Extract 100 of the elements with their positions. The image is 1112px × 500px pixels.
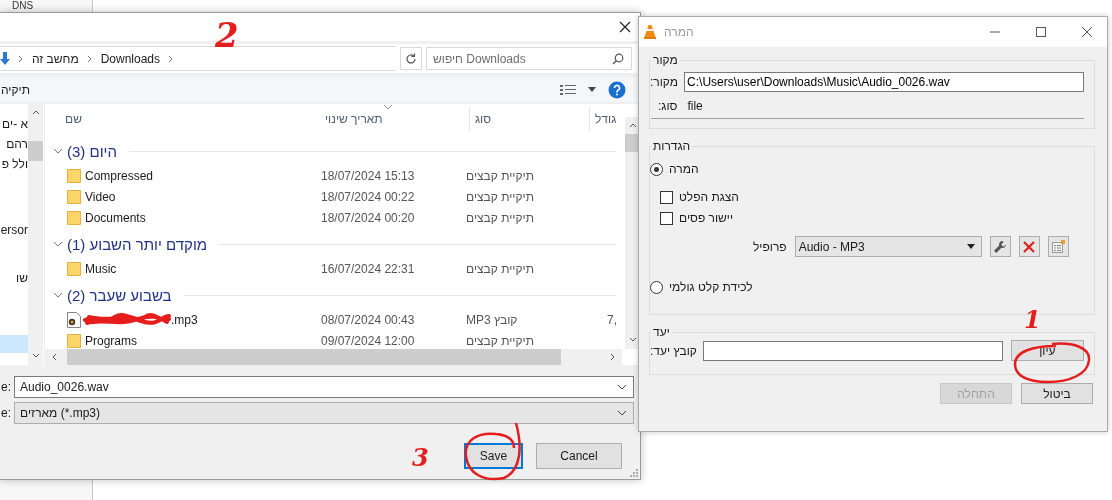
refresh-icon (405, 52, 417, 65)
list-icon (1051, 239, 1066, 254)
folder-icon (67, 260, 81, 277)
new-profile-button[interactable] (1047, 236, 1069, 257)
scroll-right-icon[interactable] (610, 353, 616, 361)
chevron-icon[interactable] (53, 290, 63, 300)
file-type-dropdown[interactable]: מארזים (*.mp3) (14, 402, 634, 424)
annotation-number: 1 (1024, 308, 1041, 332)
window-text: DNS (12, 0, 34, 11)
file-name-field[interactable]: Audio_0026.wav (14, 376, 634, 398)
field-label: מקור: (650, 75, 679, 89)
file-type: תיקיית קבצים (466, 333, 535, 348)
cancel-button[interactable]: Cancel (536, 443, 622, 469)
nav-item[interactable]: רהם (0, 134, 28, 154)
radio-button[interactable] (650, 162, 663, 176)
file-date: 08/07/2024 00:43 (321, 312, 416, 327)
scroll-up-icon[interactable] (628, 122, 637, 128)
column-header[interactable]: תאריך שינוי (325, 107, 470, 131)
maximize-icon[interactable] (1035, 26, 1047, 38)
audio-file-icon (67, 311, 81, 328)
checkbox[interactable] (660, 211, 673, 225)
nav-item[interactable]: ersor (0, 220, 28, 240)
nav-item[interactable]: ולל פ (0, 154, 28, 174)
caret-icon (617, 410, 627, 416)
chevron-icon (18, 54, 24, 63)
profile-dropdown[interactable]: Audio - MP3 (794, 236, 982, 257)
file-type: תיקיית קבצים (466, 168, 535, 183)
scroll-up-icon[interactable] (31, 109, 40, 115)
group-title: יעד (652, 325, 671, 339)
refresh-button[interactable] (400, 47, 422, 70)
file-size: 7, (607, 312, 617, 327)
scroll-thumb[interactable] (28, 141, 43, 161)
caret-icon[interactable] (588, 86, 596, 93)
nav-item[interactable]: שו (0, 268, 28, 288)
option-label[interactable]: לכידת קלט גולמי (669, 280, 753, 294)
source-field[interactable]: C:\Users\user\Downloads\Music\Audio_0026.wav (684, 72, 1084, 92)
column-header[interactable]: שם (65, 107, 325, 131)
scroll-left-icon[interactable] (51, 353, 57, 361)
group-header[interactable]: היום (3) (67, 142, 117, 160)
window-title: המרה (664, 25, 694, 39)
file-date: 16/07/2024 22:31 (321, 261, 416, 276)
folder-icon (67, 209, 81, 226)
type-value: file (687, 99, 703, 113)
file-date: 09/07/2024 12:00 (321, 333, 416, 348)
field-label: פרופיל (753, 239, 787, 254)
delete-icon (1023, 240, 1036, 253)
search-field[interactable]: חיפוש Downloads (426, 47, 632, 70)
scrollbar[interactable] (28, 104, 43, 365)
file-name[interactable]: .mp3 (171, 312, 198, 327)
caret-icon (966, 244, 975, 249)
chevron-icon[interactable] (53, 146, 63, 156)
column-header[interactable]: סוג (470, 107, 590, 131)
group-title: מקור (652, 53, 679, 67)
file-name[interactable]: Music (85, 261, 117, 276)
radio-button[interactable] (650, 280, 663, 294)
breadcrumb-item[interactable]: Downloads (100, 51, 161, 66)
breadcrumb-item[interactable]: מחשב זה (32, 51, 79, 66)
destination-field[interactable] (702, 340, 1003, 361)
group-title: הגדרות (652, 139, 692, 153)
file-type: תיקיית קבצים (466, 189, 535, 204)
option-label[interactable]: יישור פסים (679, 211, 734, 225)
close-icon (619, 21, 631, 33)
edit-profile-button[interactable] (989, 236, 1011, 257)
checkbox[interactable] (660, 190, 673, 204)
sort-caret-icon (383, 105, 393, 110)
field-label: קובץ יעד: (650, 343, 697, 358)
field-label: סוג: (658, 99, 678, 113)
option-label[interactable]: הצגת הפלט (679, 190, 739, 204)
nav-item[interactable]: א -ים (0, 114, 28, 134)
file-name[interactable]: Video (85, 189, 116, 204)
file-date: 18/07/2024 00:22 (321, 189, 416, 204)
help-icon[interactable] (608, 80, 626, 99)
group-header[interactable]: מוקדם יותר השבוע (1) (67, 235, 208, 253)
traffic-cone-icon (644, 25, 656, 39)
field-label: e: (0, 406, 12, 420)
chevron-icon[interactable] (53, 239, 63, 249)
folder-icon (67, 188, 81, 205)
scroll-down-icon[interactable] (628, 337, 637, 343)
close-icon[interactable] (1081, 26, 1093, 38)
caret-icon (617, 384, 627, 390)
field-label: e: (0, 380, 12, 394)
delete-profile-button[interactable] (1018, 236, 1040, 257)
file-name[interactable]: Programs (85, 333, 137, 348)
view-options-icon[interactable] (560, 83, 576, 96)
file-name[interactable]: Documents (85, 210, 146, 225)
file-type: קובץ MP3 (466, 312, 519, 327)
scroll-down-icon[interactable] (31, 353, 40, 359)
chevron-icon (168, 54, 175, 63)
folder-icon (67, 167, 81, 184)
column-header[interactable]: גודל (590, 107, 622, 131)
file-type: תיקיית קבצים (466, 261, 535, 276)
file-name[interactable]: Compressed (85, 168, 154, 183)
cancel-button[interactable]: ביטול (1021, 383, 1093, 404)
new-folder-button[interactable]: תיקיה (0, 82, 30, 97)
search-icon (612, 53, 624, 65)
resize-grip-icon[interactable] (630, 469, 638, 477)
group-header[interactable]: בשבוע שעבר (2) (67, 286, 172, 304)
save-button[interactable]: Save (464, 443, 523, 469)
annotation-number: 3 (412, 446, 429, 470)
option-label[interactable]: המרה (669, 162, 699, 176)
